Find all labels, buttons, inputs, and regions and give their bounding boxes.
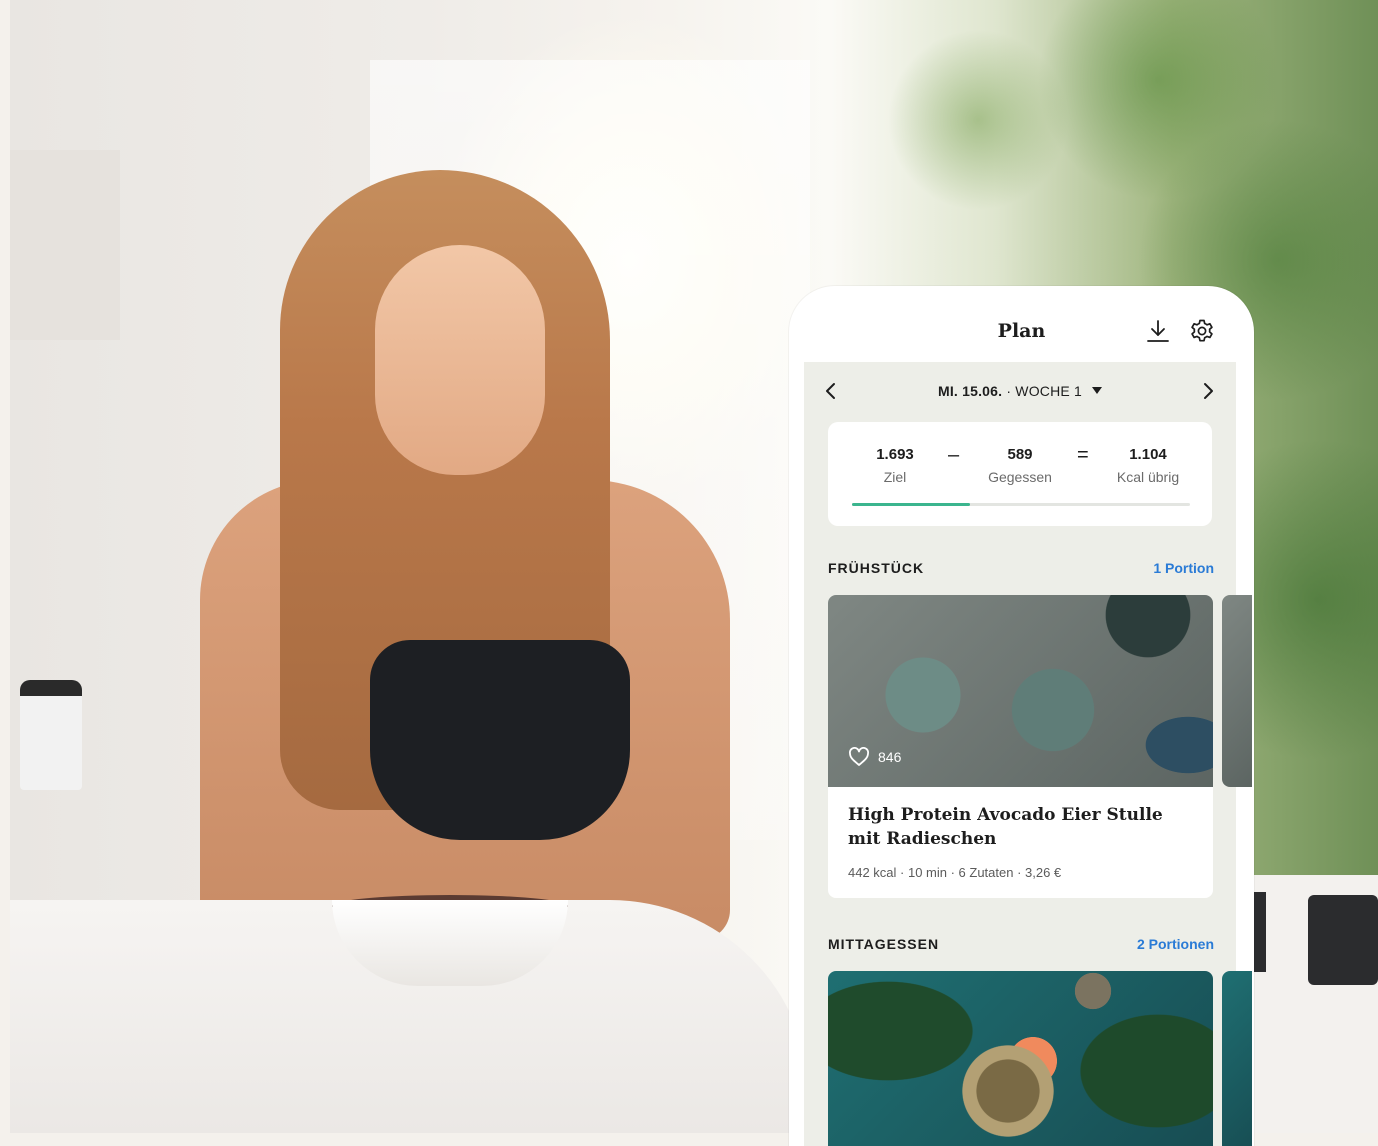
breakfast-portions-link[interactable]: 1 Portion	[1153, 560, 1214, 576]
peek-image	[1222, 595, 1252, 787]
download-icon[interactable]	[1145, 318, 1171, 344]
person-top	[370, 640, 630, 840]
recipe-info: High Protein Avocado Eier Stulle mit Rad…	[828, 787, 1213, 898]
likes-badge[interactable]: 846	[848, 747, 901, 767]
breakfast-section-header: FRÜHSTÜCK 1 Portion	[828, 560, 1214, 580]
lunch-portions-link[interactable]: 2 Portionen	[1137, 936, 1214, 952]
next-lunch-card-peek[interactable]	[1222, 971, 1252, 1146]
peek-image	[1222, 971, 1252, 1146]
date-week-selector[interactable]: MI. 15.06. · WOCHE 1	[804, 383, 1236, 399]
caret-down-icon	[1092, 387, 1103, 394]
eaten-label: Gegessen	[988, 469, 1052, 485]
eaten-stat: 589 Gegessen	[965, 446, 1075, 485]
recipe-meta: 442 kcal · 10 min · 6 Zutaten · 3,26 €	[848, 865, 1062, 880]
recipe-title: High Protein Avocado Eier Stulle mit Rad…	[848, 805, 1163, 849]
minus-sign: –	[948, 444, 960, 466]
kitchen-appliance	[20, 680, 82, 790]
calorie-summary-card[interactable]: 1.693 Ziel – 589 Gegessen = 1.104 Kcal ü…	[828, 422, 1212, 526]
lunch-title: MITTAGESSEN	[828, 936, 940, 952]
date-navigation: MI. 15.06. · WOCHE 1	[804, 362, 1236, 420]
remaining-stat: 1.104 Kcal übrig	[1093, 446, 1203, 485]
person-face	[375, 245, 545, 475]
remaining-value: 1.104	[1129, 446, 1167, 463]
recipe-image: 846	[828, 595, 1213, 787]
page-title: Plan	[997, 320, 1046, 342]
eaten-value: 589	[1007, 446, 1033, 463]
calorie-progress-fill	[852, 503, 970, 506]
goal-label: Ziel	[883, 469, 907, 485]
equals-sign: =	[1077, 444, 1089, 466]
jar	[1308, 895, 1378, 985]
plan-area: MI. 15.06. · WOCHE 1 1.693 Ziel – 589 Ge…	[804, 362, 1252, 1146]
lunch-section-header: MITTAGESSEN 2 Portionen	[828, 936, 1214, 956]
recipe-image	[828, 971, 1213, 1146]
goal-stat: 1.693 Ziel	[840, 446, 950, 485]
breakfast-recipe-card[interactable]: 846 High Protein Avocado Eier Stulle mit…	[828, 595, 1213, 898]
gear-icon[interactable]	[1189, 318, 1215, 344]
breakfast-title: FRÜHSTÜCK	[828, 560, 925, 576]
likes-count: 846	[878, 749, 902, 765]
heart-icon	[848, 747, 870, 767]
remaining-label: Kcal übrig	[1116, 469, 1180, 485]
phone-screen: Plan MI. 15.06. · WOCHE 1 1.693 Ziel – 5…	[789, 286, 1254, 1146]
week-text: · WOCHE 1	[1002, 383, 1083, 399]
chevron-right-icon[interactable]	[1197, 380, 1219, 402]
app-header: Plan	[789, 286, 1254, 362]
next-recipe-card-peek[interactable]	[1222, 595, 1252, 787]
lunch-recipe-card[interactable]	[828, 971, 1213, 1146]
date-text: MI. 15.06.	[937, 383, 1003, 399]
goal-value: 1.693	[876, 446, 914, 463]
calorie-progress-bar	[852, 503, 1190, 506]
wall-shelf	[10, 150, 120, 340]
